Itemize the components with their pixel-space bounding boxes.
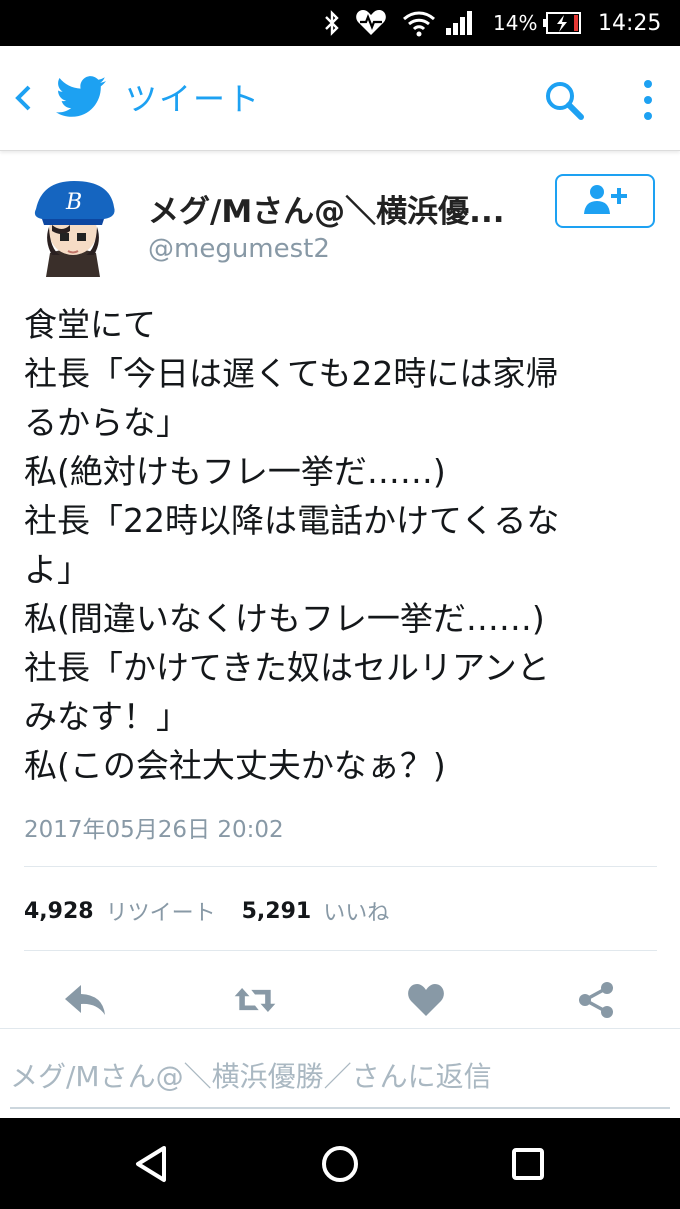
action-row bbox=[0, 970, 680, 1028]
retweet-count[interactable]: 4,928 bbox=[24, 899, 94, 924]
tweet-line: 私(絶対けもフレ一挙だ……) bbox=[24, 452, 446, 491]
reply-underline bbox=[10, 1107, 670, 1109]
tweet-stats: 4,928 リツイート 5,291 いいね bbox=[24, 893, 415, 929]
tweet-text: 食堂にて 社長「今日は遅くても22時には家帰 るからな」 私(絶対けもフレ一挙だ… bbox=[24, 300, 664, 790]
tweet-line: 私(この会社大丈夫かなぁ？) bbox=[24, 746, 446, 785]
back-triangle-icon[interactable] bbox=[128, 1141, 174, 1187]
navigation-bar bbox=[0, 1118, 680, 1209]
tweet-line: 社長「22時以降は電話かけてくるな bbox=[24, 501, 560, 540]
tweet-timestamp: 2017年05月26日 20:02 bbox=[24, 817, 284, 843]
twitter-bird-icon bbox=[56, 76, 106, 120]
tweet-line: よ」 bbox=[24, 550, 90, 589]
like-icon[interactable] bbox=[402, 978, 450, 1022]
home-circle-icon[interactable] bbox=[317, 1141, 363, 1187]
page-title: ツイート bbox=[125, 80, 262, 118]
like-label[interactable]: いいね bbox=[323, 895, 389, 927]
divider bbox=[24, 950, 657, 951]
author-name[interactable]: メグ/Mさん@＼横浜優... bbox=[148, 186, 505, 231]
tweet-line: 食堂にて bbox=[24, 305, 156, 344]
svg-text:B: B bbox=[65, 190, 82, 215]
clock: 14:25 bbox=[598, 10, 662, 36]
heart-monitor-icon bbox=[354, 0, 388, 46]
recents-square-icon[interactable] bbox=[505, 1141, 551, 1187]
status-bar: 14% 14:25 bbox=[0, 0, 680, 46]
author-handle[interactable]: @megumest2 bbox=[148, 234, 330, 264]
back-icon[interactable] bbox=[10, 78, 38, 118]
battery-icon bbox=[542, 0, 582, 46]
app-bar: ツイート bbox=[0, 46, 680, 151]
wifi-icon bbox=[402, 0, 436, 46]
tweet-line: 社長「今日は遅くても22時には家帰 bbox=[24, 354, 559, 393]
battery-percent: 14% bbox=[493, 11, 538, 35]
avatar[interactable]: B bbox=[22, 175, 124, 277]
divider bbox=[24, 866, 657, 867]
follow-button[interactable] bbox=[555, 174, 655, 228]
retweet-icon[interactable] bbox=[231, 978, 279, 1022]
signal-icon bbox=[444, 0, 474, 46]
search-icon[interactable] bbox=[542, 78, 586, 122]
share-icon[interactable] bbox=[572, 978, 620, 1022]
reply-bar: メグ/Mさん@＼横浜優勝／さんに返信 bbox=[0, 1028, 680, 1119]
tweet-line: みなす！」 bbox=[24, 697, 189, 736]
tweet-line: 社長「かけてきた奴はセルリアンと bbox=[24, 648, 550, 687]
retweet-label[interactable]: リツイート bbox=[106, 895, 216, 927]
tweet-line: 私(間違いなくけもフレ一挙だ……) bbox=[24, 599, 545, 638]
bluetooth-icon bbox=[322, 0, 342, 46]
reply-input[interactable]: メグ/Mさん@＼横浜優勝／さんに返信 bbox=[10, 1055, 492, 1095]
add-user-icon bbox=[581, 182, 629, 220]
more-vert-icon[interactable] bbox=[636, 76, 660, 124]
tweet-line: るからな」 bbox=[24, 403, 189, 442]
like-count[interactable]: 5,291 bbox=[242, 899, 312, 924]
reply-icon[interactable] bbox=[61, 978, 109, 1022]
